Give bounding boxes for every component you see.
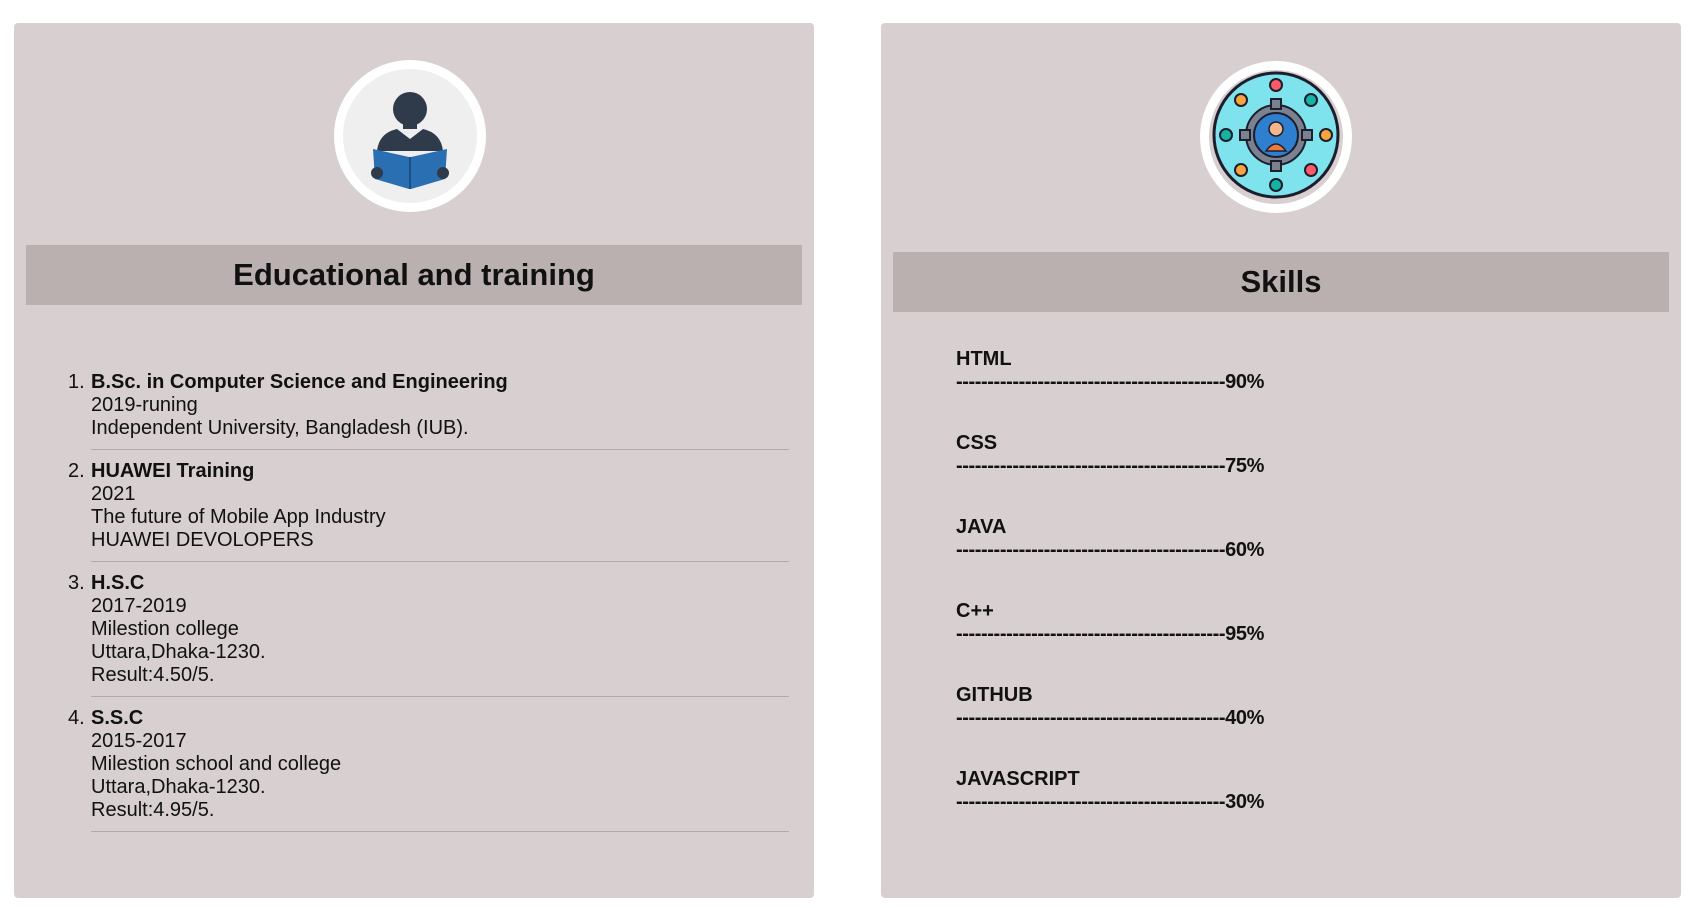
education-avatar	[334, 60, 486, 212]
education-item-title: H.S.C	[91, 572, 145, 594]
education-item: 4. S.S.C 2015-2017 Milestion school and col…	[49, 707, 789, 832]
education-item-detail: Result:4.50/5.	[91, 664, 215, 686]
skills-gear-network-icon	[1212, 71, 1340, 204]
education-item-detail: HUAWEI DEVOLOPERS	[91, 529, 314, 551]
education-item-detail: The future of Mobile App Industry	[91, 506, 386, 528]
reader-book-icon	[355, 79, 465, 194]
education-item-detail: Result:4.95/5.	[91, 799, 215, 821]
education-item: 1. B.Sc. in Computer Science and Engineer…	[49, 371, 789, 450]
skills-list: HTML ------------------------------------…	[956, 348, 1456, 852]
skill-level: ----------------------------------------…	[956, 455, 1265, 477]
education-header: Educational and training	[26, 245, 802, 305]
education-item-detail: Uttara,Dhaka-1230.	[91, 641, 266, 663]
education-item-detail: Milestion school and college	[91, 753, 342, 775]
skill-name: CSS	[956, 432, 998, 454]
skill-level: ----------------------------------------…	[956, 371, 1265, 393]
education-item-detail: 2017-2019	[91, 595, 187, 617]
skill-name: HTML	[956, 348, 1012, 370]
education-item-detail: Independent University, Bangladesh (IUB)…	[91, 417, 469, 439]
education-item-number: 1.	[68, 371, 85, 393]
education-item-detail: 2015-2017	[91, 730, 187, 752]
education-item-detail: Uttara,Dhaka-1230.	[91, 776, 266, 798]
skills-panel: Skills HTML -----------------------------…	[881, 23, 1681, 898]
skill-item: C++ -------------------------------------…	[956, 600, 1456, 684]
skills-avatar	[1200, 61, 1352, 213]
skill-item: CSS -------------------------------------…	[956, 432, 1456, 516]
education-item: 3. H.S.C 2017-2019 Milestion college Uttara,…	[49, 572, 789, 697]
education-item-number: 4.	[68, 707, 85, 729]
skill-item: JAVASCRIPT ------------------------------…	[956, 768, 1456, 852]
skill-name: JAVASCRIPT	[956, 768, 1080, 790]
skill-level: ----------------------------------------…	[956, 539, 1265, 561]
skill-item: GITHUB ----------------------------------…	[956, 684, 1456, 768]
skill-item: HTML ------------------------------------…	[956, 348, 1456, 432]
education-item-title: HUAWEI Training	[91, 460, 255, 482]
education-item-title: B.Sc. in Computer Science and Engineerin…	[91, 371, 508, 393]
education-panel: Educational and training 1. B.Sc. in Comp…	[14, 23, 814, 898]
education-item-detail: 2019-runing	[91, 394, 198, 416]
skill-item: JAVA ------------------------------------…	[956, 516, 1456, 600]
education-item-detail: Milestion college	[91, 618, 239, 640]
education-item-detail: 2021	[91, 483, 136, 505]
skill-name: JAVA	[956, 516, 1007, 538]
education-item-number: 2.	[68, 460, 85, 482]
skills-header: Skills	[893, 252, 1669, 312]
education-item-title: S.S.C	[91, 707, 144, 729]
education-list: 1. B.Sc. in Computer Science and Engineer…	[49, 371, 789, 842]
education-item: 2. HUAWEI Training 2021 The future of Mobil…	[49, 460, 789, 562]
skill-name: GITHUB	[956, 684, 1033, 706]
skill-level: ----------------------------------------…	[956, 707, 1265, 729]
skill-name: C++	[956, 600, 994, 622]
skill-level: ----------------------------------------…	[956, 623, 1265, 645]
skill-level: ----------------------------------------…	[956, 791, 1265, 813]
education-item-number: 3.	[68, 572, 85, 594]
